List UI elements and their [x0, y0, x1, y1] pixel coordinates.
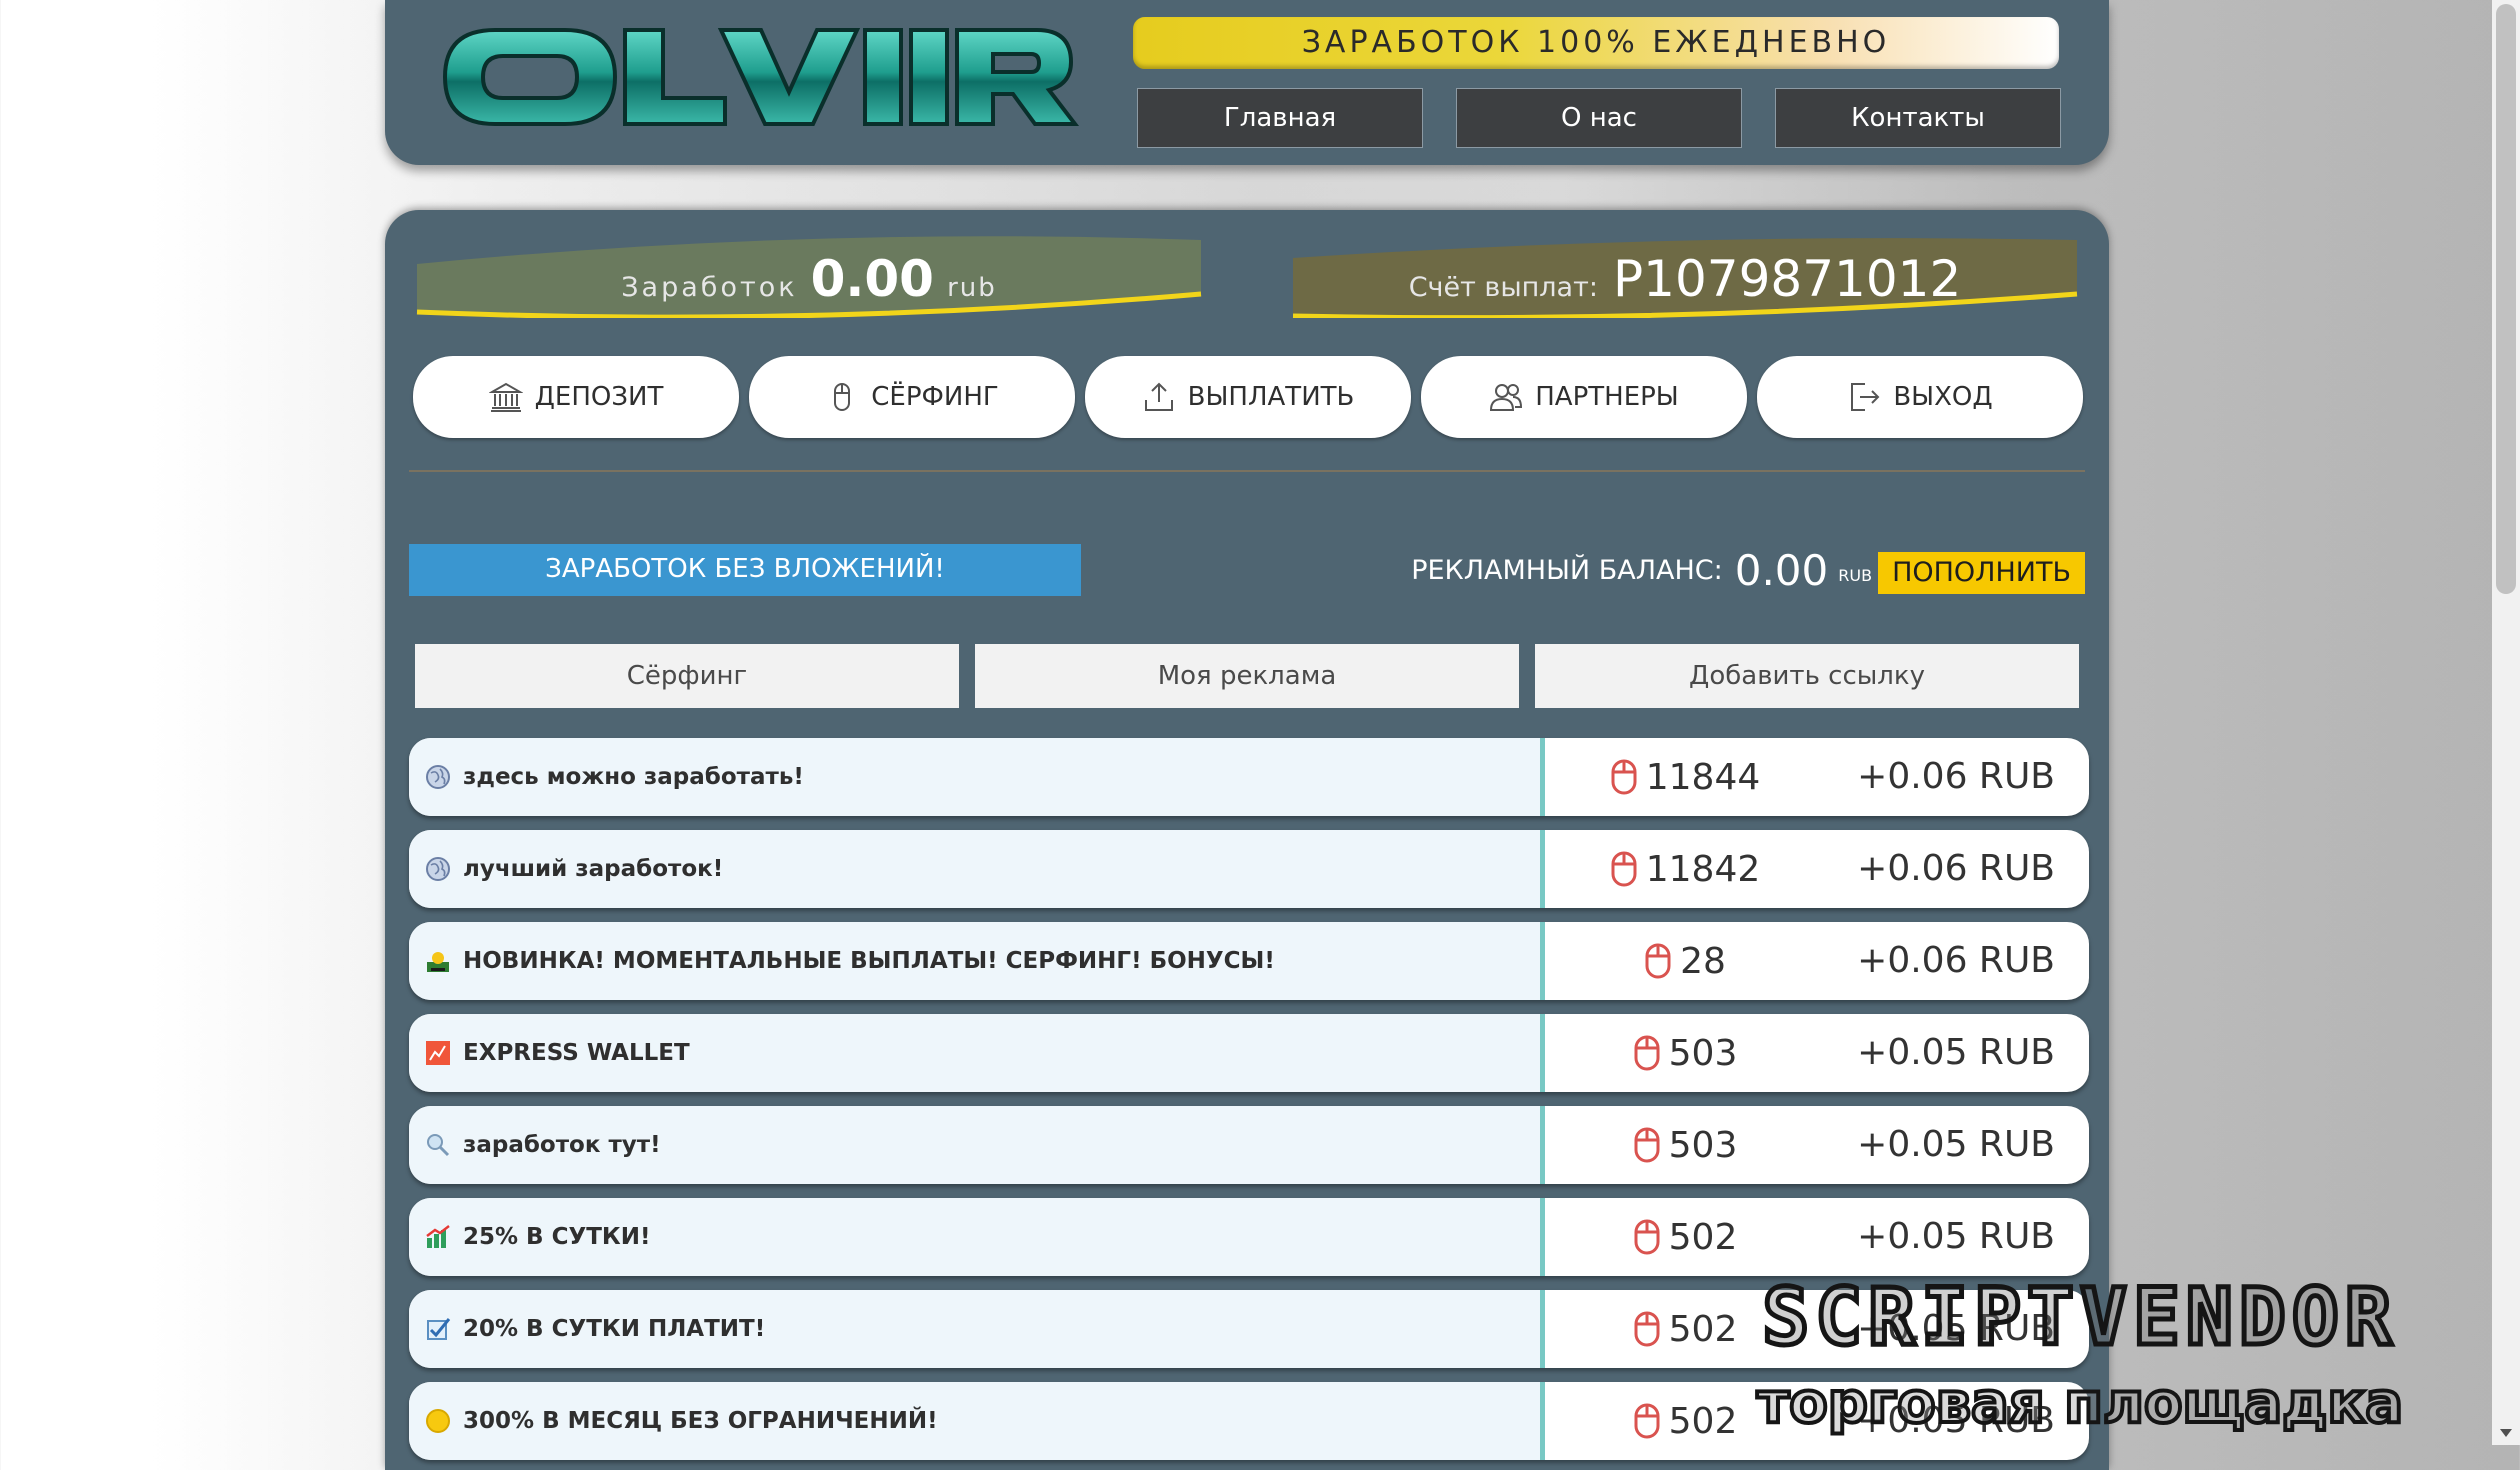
users-icon — [1489, 380, 1523, 414]
earnings-stat: Заработок 0.00 rub — [409, 236, 1209, 318]
surfing-button[interactable]: СЁРФИНГ — [749, 356, 1075, 438]
logout-button[interactable]: ВЫХОД — [1757, 356, 2083, 438]
mouse-icon — [1633, 1310, 1661, 1348]
search-icon — [425, 1132, 451, 1158]
link-view-count: 28 — [1680, 940, 1726, 982]
link-reward: +0.06 RUB — [1857, 756, 2055, 797]
globe-icon — [425, 856, 451, 882]
link-reward: +0.05 RUB — [1857, 1308, 2055, 1349]
payout-account-value: P1079871012 — [1613, 250, 1962, 308]
logout-icon — [1847, 380, 1881, 414]
main-panel: Заработок 0.00 rub Счёт выплат: P1079871… — [385, 210, 2109, 1470]
coin-icon — [425, 1408, 451, 1434]
scroll-down-arrow-icon[interactable] — [2500, 1429, 2512, 1437]
withdraw-label: ВЫПЛАТИТЬ — [1187, 382, 1355, 412]
upload-icon — [1142, 380, 1176, 414]
link-view-count: 502 — [1668, 1400, 1738, 1442]
link-title: EXPRESS WALLET — [463, 1040, 690, 1066]
withdraw-button[interactable]: ВЫПЛАТИТЬ — [1085, 356, 1411, 438]
nav-about-button[interactable]: О нас — [1456, 88, 1742, 148]
link-view-count: 11842 — [1645, 848, 1761, 890]
payout-account-label: Счёт выплат: — [1408, 272, 1598, 303]
earnings-value: 0.00 — [810, 250, 934, 308]
ad-balance-value: 0.00 — [1734, 545, 1829, 595]
list-item[interactable]: заработок тут! 503 +0.05 RUB — [409, 1106, 2089, 1184]
list-item[interactable]: 300% В МЕСЯЦ БЕЗ ОГРАНИЧЕНИЙ! 502 +0.05 … — [409, 1382, 2089, 1460]
account-menu: ДЕПОЗИТ СЁРФИНГ ВЫПЛАТИТЬ ПАРТНЕРЫ ВЫХОД — [413, 356, 2083, 438]
list-item[interactable]: 20% В СУТКИ ПЛАТИТ! 502 +0.05 RUB — [409, 1290, 2089, 1368]
nav-contacts-button[interactable]: Контакты — [1775, 88, 2061, 148]
earnings-label: Заработок — [621, 272, 798, 303]
growth-chart-icon — [425, 1224, 451, 1250]
link-view-count: 503 — [1668, 1032, 1738, 1074]
link-reward: +0.06 RUB — [1857, 940, 2055, 981]
link-reward: +0.05 RUB — [1857, 1032, 2055, 1073]
list-item[interactable]: лучший заработок! 11842 +0.06 RUB — [409, 830, 2089, 908]
page-scrollbar[interactable] — [2492, 0, 2520, 1445]
olviir-logo-icon — [442, 28, 1080, 126]
link-reward: +0.06 RUB — [1857, 848, 2055, 889]
scrollbar-thumb[interactable] — [2496, 4, 2516, 594]
surfing-tabs: Сёрфинг Моя реклама Добавить ссылку — [415, 644, 2081, 708]
mouse-icon — [1633, 1126, 1661, 1164]
checkmark-icon — [425, 1316, 451, 1342]
link-view-count: 503 — [1668, 1124, 1738, 1166]
tab-my-ads[interactable]: Моя реклама — [975, 644, 1519, 708]
section-divider — [409, 470, 2085, 472]
deposit-label: ДЕПОЗИТ — [534, 382, 664, 412]
partners-label: ПАРТНЕРЫ — [1535, 382, 1679, 412]
site-header: ЗАРАБОТОК 100% ЕЖЕДНЕВНО Главная О нас К… — [385, 0, 2109, 165]
ad-balance-unit: RUB — [1838, 565, 1873, 585]
link-view-count: 502 — [1668, 1308, 1738, 1350]
link-view-count: 11844 — [1645, 756, 1761, 798]
bank-icon — [488, 380, 523, 414]
mouse-icon — [825, 380, 859, 414]
earnings-unit: rub — [947, 273, 997, 303]
site-logo[interactable] — [425, 22, 1085, 132]
list-item[interactable]: EXPRESS WALLET 503 +0.05 RUB — [409, 1014, 2089, 1092]
link-title: 25% В СУТКИ! — [463, 1224, 651, 1250]
link-view-count: 502 — [1668, 1216, 1738, 1258]
no-investment-banner[interactable]: ЗАРАБОТОК БЕЗ ВЛОЖЕНИЙ! — [409, 544, 1081, 596]
partners-button[interactable]: ПАРТНЕРЫ — [1421, 356, 1747, 438]
mouse-icon — [1633, 1402, 1661, 1440]
list-item[interactable]: здесь можно заработать! 11844 +0.06 RUB — [409, 738, 2089, 816]
nav-home-button[interactable]: Главная — [1137, 88, 1423, 148]
money-icon — [425, 948, 451, 974]
ad-balance: РЕКЛАМНЫЙ БАЛАНС: 0.00 RUB ПОПОЛНИТЬ — [1411, 542, 2085, 598]
link-title: здесь можно заработать! — [463, 764, 804, 790]
ad-balance-label: РЕКЛАМНЫЙ БАЛАНС: — [1411, 554, 1723, 586]
mouse-icon — [1644, 942, 1672, 980]
mouse-icon — [1633, 1218, 1661, 1256]
tab-add-link[interactable]: Добавить ссылку — [1535, 644, 2079, 708]
link-reward: +0.05 RUB — [1857, 1400, 2055, 1441]
globe-icon — [425, 764, 451, 790]
link-reward: +0.05 RUB — [1857, 1216, 2055, 1257]
link-title: НОВИНКА! МОМЕНТАЛЬНЫЕ ВЫПЛАТЫ! СЕРФИНГ! … — [463, 948, 1275, 974]
payout-account-stat: Счёт выплат: P1079871012 — [1285, 236, 2085, 318]
chart-icon — [425, 1040, 451, 1066]
link-title: заработок тут! — [463, 1132, 661, 1158]
slogan-banner: ЗАРАБОТОК 100% ЕЖЕДНЕВНО — [1133, 17, 2059, 69]
link-title: лучший заработок! — [463, 856, 724, 882]
list-item[interactable]: НОВИНКА! МОМЕНТАЛЬНЫЕ ВЫПЛАТЫ! СЕРФИНГ! … — [409, 922, 2089, 1000]
top-navigation: Главная О нас Контакты — [1137, 88, 2061, 148]
mouse-icon — [1633, 1034, 1661, 1072]
surfing-label: СЁРФИНГ — [871, 382, 999, 412]
mouse-icon — [1610, 850, 1638, 888]
link-reward: +0.05 RUB — [1857, 1124, 2055, 1165]
list-item[interactable]: 25% В СУТКИ! 502 +0.05 RUB — [409, 1198, 2089, 1276]
logout-label: ВЫХОД — [1893, 382, 1993, 412]
link-title: 20% В СУТКИ ПЛАТИТ! — [463, 1316, 766, 1342]
tab-surfing[interactable]: Сёрфинг — [415, 644, 959, 708]
top-up-button[interactable]: ПОПОЛНИТЬ — [1878, 552, 2085, 594]
link-title: 300% В МЕСЯЦ БЕЗ ОГРАНИЧЕНИЙ! — [463, 1408, 938, 1434]
deposit-button[interactable]: ДЕПОЗИТ — [413, 356, 739, 438]
mouse-icon — [1610, 758, 1638, 796]
